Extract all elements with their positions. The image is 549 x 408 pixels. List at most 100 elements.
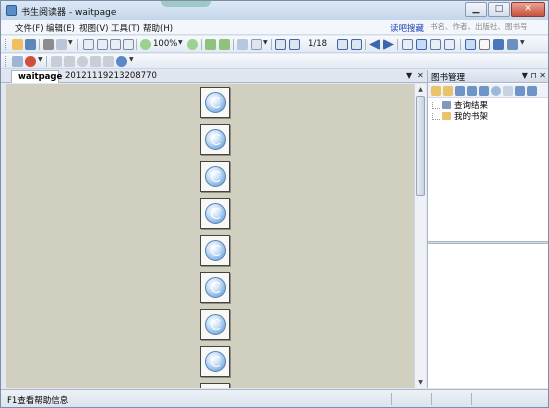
panel-title: 图书管理 ▼ ⊓ ✕ xyxy=(428,70,548,83)
tab-document[interactable]: 20121119213208770 xyxy=(59,70,167,83)
comment-icon[interactable] xyxy=(12,56,23,67)
pin-icon[interactable] xyxy=(25,56,36,67)
continuous-page-icon[interactable] xyxy=(416,39,427,50)
loading-spinner-icon xyxy=(205,351,226,372)
first-page-icon[interactable] xyxy=(275,39,286,50)
highlighter-icon[interactable] xyxy=(64,56,75,67)
export-icon[interactable] xyxy=(467,86,477,96)
menu-edit[interactable]: 编辑(E) xyxy=(46,22,75,34)
line-shape-icon[interactable] xyxy=(90,56,101,67)
download-icon[interactable] xyxy=(479,86,489,96)
book-search-input[interactable]: 书名、作者、出版社、图书号 xyxy=(427,21,547,33)
panel-search-icon[interactable] xyxy=(503,86,513,96)
magnify-plus-icon[interactable] xyxy=(205,39,216,50)
globe-icon[interactable] xyxy=(116,56,127,67)
book-view-icon[interactable] xyxy=(444,39,455,50)
zoom-out-icon[interactable] xyxy=(140,39,151,50)
scroll-up-arrow-icon[interactable]: ▲ xyxy=(415,84,426,95)
toolbar-grip[interactable] xyxy=(5,56,7,67)
panel-title-text: 图书管理 xyxy=(431,73,466,83)
hand-tool-icon[interactable] xyxy=(465,39,476,50)
page-copy-icon[interactable] xyxy=(97,39,108,50)
page-thumbnail[interactable] xyxy=(200,124,230,155)
toolbar-grip[interactable] xyxy=(5,39,7,50)
page-text-icon[interactable] xyxy=(110,39,121,50)
page-thumbnail[interactable] xyxy=(200,383,230,388)
search-results-icon xyxy=(442,101,451,109)
chevron-down-icon[interactable]: ▼ xyxy=(38,56,43,63)
loading-spinner-icon xyxy=(205,129,226,150)
next-page-icon[interactable] xyxy=(337,39,348,50)
panel-splitter[interactable] xyxy=(428,241,548,244)
chevron-down-icon[interactable]: ▼ xyxy=(68,39,73,46)
screenshot-icon[interactable] xyxy=(493,39,504,50)
app-icon xyxy=(6,5,17,16)
scroll-down-arrow-icon[interactable]: ▼ xyxy=(415,377,426,388)
title-bar: 书生阅读器 - waitpage ▁ □ ✕ xyxy=(1,1,548,20)
chevron-down-icon[interactable]: ▼ xyxy=(520,39,525,46)
dushu-favorites-link[interactable]: 读吧搜藏 xyxy=(390,22,424,34)
toolbar-separator xyxy=(39,39,40,50)
menu-help[interactable]: 帮助(H) xyxy=(143,22,173,34)
back-arrow-icon[interactable] xyxy=(369,39,380,50)
search-icon[interactable] xyxy=(56,39,67,50)
page-thumbnail[interactable] xyxy=(200,161,230,192)
print-icon[interactable] xyxy=(43,39,54,50)
vertical-scrollbar[interactable]: ▲ ▼ xyxy=(414,84,426,388)
forward-arrow-icon[interactable] xyxy=(383,39,394,50)
toolbar-separator xyxy=(136,39,137,50)
page-thumbnail[interactable] xyxy=(200,272,230,303)
magnify-minus-icon[interactable] xyxy=(219,39,230,50)
document-view[interactable] xyxy=(6,84,414,388)
folder-open-icon[interactable] xyxy=(431,86,441,96)
circle-shape-icon[interactable] xyxy=(77,56,88,67)
page-thumbnail[interactable] xyxy=(200,87,230,118)
page-thumbnail[interactable] xyxy=(200,346,230,377)
status-divider xyxy=(471,393,472,405)
chevron-down-icon[interactable]: ▼ xyxy=(263,39,268,46)
minimize-button[interactable]: ▁ xyxy=(465,2,487,17)
chevron-down-icon[interactable]: ▼ xyxy=(178,39,183,46)
save-icon[interactable] xyxy=(25,39,36,50)
page-thumbnail[interactable] xyxy=(200,235,230,266)
page-number-field[interactable]: 1/18 xyxy=(308,39,327,49)
page-thumbnail[interactable] xyxy=(200,309,230,340)
pencil-icon[interactable] xyxy=(51,56,62,67)
pin-panel-icon[interactable]: ⊓ xyxy=(531,71,537,80)
book-manager-panel: 图书管理 ▼ ⊓ ✕ 查询结果 我的书架 xyxy=(427,70,548,388)
panel-menu-icon[interactable]: ▼ xyxy=(522,71,528,80)
menu-file[interactable]: 文件(F) xyxy=(15,22,44,34)
window-icon[interactable] xyxy=(507,39,518,50)
single-page-icon[interactable] xyxy=(402,39,413,50)
select-cursor-icon[interactable] xyxy=(479,39,490,50)
properties-icon[interactable] xyxy=(527,86,537,96)
menu-tools[interactable]: 工具(T) xyxy=(111,22,140,34)
fit-width-icon[interactable] xyxy=(237,39,248,50)
zoom-level[interactable]: 100% xyxy=(153,39,177,49)
close-panel-icon[interactable]: ✕ xyxy=(539,71,546,80)
tree-item-my-bookshelf[interactable]: 我的书架 xyxy=(432,110,488,122)
chevron-down-icon[interactable]: ▼ xyxy=(129,56,134,63)
close-button[interactable]: ✕ xyxy=(511,2,545,17)
last-page-icon[interactable] xyxy=(351,39,362,50)
previous-page-icon[interactable] xyxy=(289,39,300,50)
open-icon[interactable] xyxy=(12,39,23,50)
tab-list-icon[interactable]: ▼ xyxy=(406,71,412,80)
status-bar: F1查看帮助信息 xyxy=(1,389,548,407)
page-fit-icon[interactable] xyxy=(123,39,134,50)
scroll-thumb[interactable] xyxy=(416,96,425,196)
two-page-icon[interactable] xyxy=(430,39,441,50)
tab-waitpage[interactable]: waitpage xyxy=(11,70,62,83)
new-folder-icon[interactable] xyxy=(443,86,453,96)
maximize-button[interactable]: □ xyxy=(488,2,510,17)
underline-icon[interactable] xyxy=(103,56,114,67)
close-tab-icon[interactable]: ✕ xyxy=(417,71,424,80)
info-icon[interactable] xyxy=(491,86,501,96)
page-icon[interactable] xyxy=(83,39,94,50)
zoom-in-icon[interactable] xyxy=(187,39,198,50)
fit-page-icon[interactable] xyxy=(251,39,262,50)
page-thumbnail[interactable] xyxy=(200,198,230,229)
menu-view[interactable]: 视图(V) xyxy=(79,22,108,34)
import-icon[interactable] xyxy=(455,86,465,96)
refresh-icon[interactable] xyxy=(515,86,525,96)
